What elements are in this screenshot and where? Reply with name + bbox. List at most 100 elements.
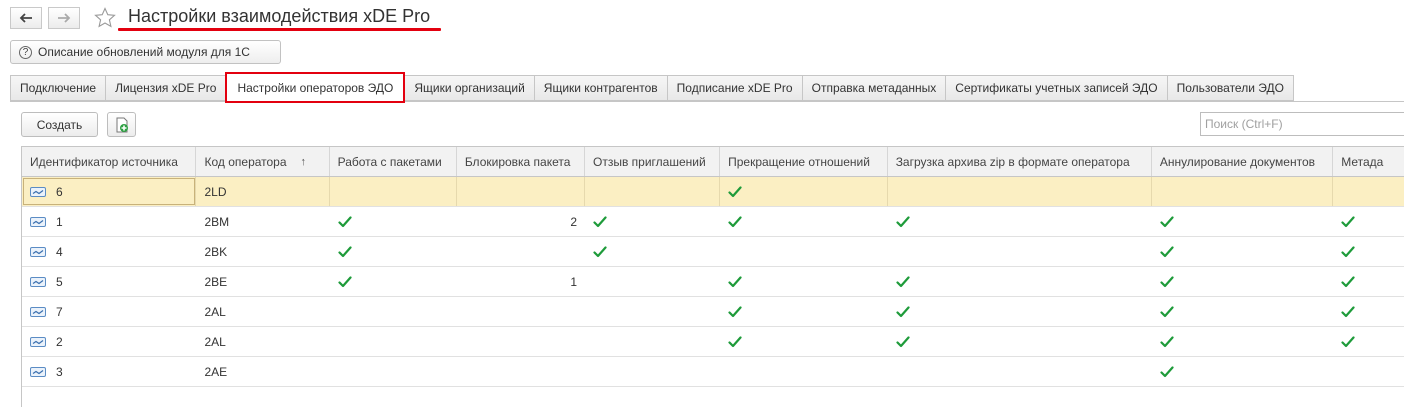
column-terminate-relations[interactable]: Прекращение отношений [720, 147, 888, 176]
terminate-cell[interactable] [720, 177, 888, 206]
terminate-cell[interactable] [720, 267, 888, 296]
table-row[interactable]: 2 2AL [22, 327, 1404, 357]
invites-cell[interactable] [585, 207, 720, 236]
packages-cell[interactable] [330, 207, 457, 236]
operator-code-cell[interactable]: 2BE [196, 267, 329, 296]
record-icon [30, 366, 46, 377]
zip-cell[interactable] [888, 357, 1152, 386]
invites-cell[interactable] [585, 267, 720, 296]
metadata-cell[interactable] [1333, 297, 1404, 326]
column-package-lock[interactable]: Блокировка пакета [457, 147, 585, 176]
packages-cell[interactable] [330, 297, 457, 326]
metadata-cell[interactable] [1333, 207, 1404, 236]
column-zip-upload[interactable]: Загрузка архива zip в формате оператора [888, 147, 1152, 176]
column-annulment[interactable]: Аннулирование документов [1152, 147, 1334, 176]
packages-cell[interactable] [330, 327, 457, 356]
package-lock-cell[interactable] [457, 177, 586, 206]
operator-code-cell[interactable]: 2LD [196, 177, 330, 206]
table-row[interactable]: 1 2BM 2 [22, 207, 1404, 237]
source-id-cell[interactable]: 6 [22, 177, 197, 206]
packages-cell[interactable] [330, 267, 457, 296]
invites-cell[interactable] [585, 327, 720, 356]
forward-button[interactable] [48, 7, 80, 29]
table-row[interactable]: 7 2AL [22, 297, 1404, 327]
terminate-cell[interactable] [720, 237, 888, 266]
tab-counterparty-boxes[interactable]: Ящики контрагентов [533, 75, 668, 101]
metadata-cell[interactable] [1333, 327, 1404, 356]
annul-cell[interactable] [1152, 327, 1333, 356]
column-metadata[interactable]: Метада [1333, 147, 1404, 176]
metadata-cell[interactable] [1333, 357, 1404, 386]
search-input[interactable] [1200, 112, 1404, 136]
package-lock-cell[interactable] [457, 297, 585, 326]
zip-cell[interactable] [888, 207, 1152, 236]
back-button[interactable] [10, 7, 42, 29]
source-id-cell[interactable]: 2 [22, 327, 196, 356]
operator-code-cell[interactable]: 2AL [196, 327, 329, 356]
copy-button[interactable] [107, 112, 136, 137]
source-id-cell[interactable]: 5 [22, 267, 196, 296]
annul-cell[interactable] [1152, 297, 1333, 326]
packages-cell[interactable] [330, 237, 457, 266]
tab-metadata-sending[interactable]: Отправка метаданных [801, 75, 947, 101]
operator-code-cell[interactable]: 2BK [196, 237, 329, 266]
metadata-cell[interactable] [1333, 267, 1404, 296]
update-notes-button[interactable]: ? Описание обновлений модуля для 1С [10, 40, 281, 64]
zip-cell[interactable] [888, 327, 1152, 356]
tab-license[interactable]: Лицензия xDE Pro [105, 75, 227, 101]
annul-cell[interactable] [1152, 207, 1333, 236]
zip-cell[interactable] [888, 237, 1152, 266]
column-operator-code[interactable]: Код оператора ↑ [196, 147, 330, 176]
invites-cell[interactable] [585, 177, 721, 206]
table-row[interactable]: 5 2BE 1 [22, 267, 1404, 297]
operator-code-cell[interactable]: 2BM [196, 207, 329, 236]
operator-code-cell[interactable]: 2AE [196, 357, 329, 386]
source-id-cell[interactable]: 4 [22, 237, 196, 266]
operator-code-value: 2BK [204, 244, 228, 259]
table-row[interactable]: 3 2AE [22, 357, 1404, 387]
checkmark-icon [896, 215, 910, 228]
annul-cell[interactable] [1152, 237, 1333, 266]
package-lock-cell[interactable]: 1 [457, 267, 585, 296]
terminate-cell[interactable] [720, 327, 888, 356]
annul-cell[interactable] [1152, 357, 1333, 386]
zip-cell[interactable] [888, 177, 1152, 206]
checkmark-icon [1341, 245, 1355, 258]
terminate-cell[interactable] [720, 207, 888, 236]
tab-signing[interactable]: Подписание xDE Pro [666, 75, 803, 101]
zip-cell[interactable] [888, 267, 1152, 296]
package-lock-cell[interactable] [457, 327, 585, 356]
package-lock-cell[interactable] [457, 357, 585, 386]
packages-cell[interactable] [330, 357, 457, 386]
create-button[interactable]: Создать [21, 112, 98, 137]
terminate-cell[interactable] [720, 297, 888, 326]
tab-connection[interactable]: Подключение [10, 75, 107, 101]
annul-cell[interactable] [1152, 177, 1334, 206]
terminate-cell[interactable] [720, 357, 888, 386]
invites-cell[interactable] [585, 357, 720, 386]
tab-operator-settings[interactable]: Настройки операторов ЭДО [225, 72, 406, 103]
zip-cell[interactable] [888, 297, 1152, 326]
operator-code-cell[interactable]: 2AL [196, 297, 329, 326]
source-id-cell[interactable]: 1 [22, 207, 196, 236]
tab-users[interactable]: Пользователи ЭДО [1166, 75, 1294, 101]
tab-org-boxes[interactable]: Ящики организаций [404, 75, 535, 101]
checkmark-icon [1160, 305, 1174, 318]
invites-cell[interactable] [585, 297, 720, 326]
table-row[interactable]: 4 2BK [22, 237, 1404, 267]
invites-cell[interactable] [585, 237, 720, 266]
package-lock-cell[interactable] [457, 237, 585, 266]
annul-cell[interactable] [1152, 267, 1333, 296]
package-lock-cell[interactable]: 2 [457, 207, 585, 236]
source-id-cell[interactable]: 7 [22, 297, 196, 326]
column-source-id[interactable]: Идентификатор источника [22, 147, 197, 176]
star-icon[interactable] [94, 7, 116, 29]
metadata-cell[interactable] [1333, 237, 1404, 266]
metadata-cell[interactable] [1333, 177, 1404, 206]
tab-certificates[interactable]: Сертификаты учетных записей ЭДО [945, 75, 1168, 101]
source-id-cell[interactable]: 3 [22, 357, 196, 386]
column-invites-revoke[interactable]: Отзыв приглашений [585, 147, 721, 176]
column-packages[interactable]: Работа с пакетами [330, 147, 457, 176]
packages-cell[interactable] [330, 177, 457, 206]
table-row[interactable]: 6 2LD [22, 177, 1404, 207]
